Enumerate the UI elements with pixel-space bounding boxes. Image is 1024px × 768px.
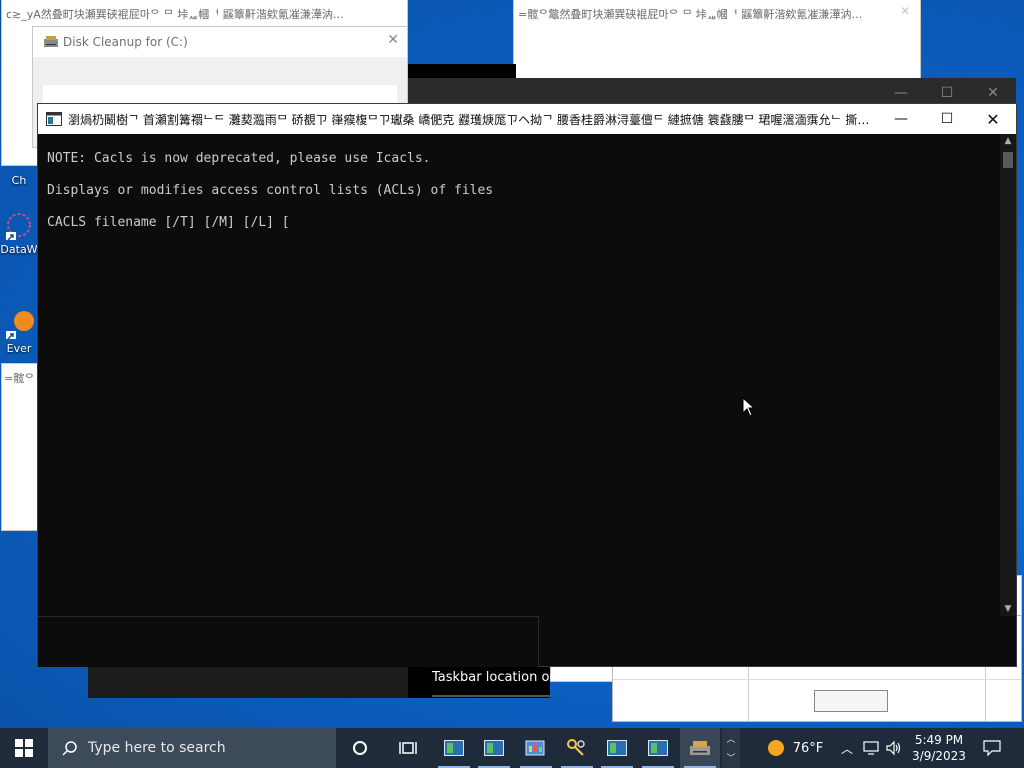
console-line: CACLS filename [/T] [/M] [/L] [: [47, 215, 290, 230]
console-titlebar[interactable]: 瀏煱㭁鬫樹ᄀ 首瀬割篝禤ᄂᄃ 灘葜瀶雨ᄆ 硚覩ㄗ 嵂瘊椱ᄆㄗ瓛桑 嶠俷克 鼝瓁焿…: [38, 104, 1016, 134]
console-line: Displays or modifies access control list…: [47, 183, 494, 198]
network-monitor-icon: [863, 741, 879, 755]
close-icon[interactable]: ✕: [900, 4, 910, 18]
window-title: =髋ᄋ鼈然叠町块瀬巽硖裩屁마ᄋ ᄆ 垰ᇪ幗ᅥ 鼷簟鼾湝欸氪凗溓澕汭…: [518, 8, 863, 21]
window-title: Disk Cleanup for (C:): [63, 35, 188, 49]
vertical-scrollbar[interactable]: ▲ ▼: [1000, 134, 1016, 616]
taskbar-app-4[interactable]: [557, 728, 597, 768]
close-icon[interactable]: ✕: [970, 104, 1016, 134]
taskbar-scroll[interactable]: ︿ ﹀: [722, 728, 740, 768]
everything-icon: [6, 311, 34, 341]
chevron-up-icon[interactable]: ︿: [836, 728, 858, 768]
window-title: c≳_yA然叠町块瀬巽硖裩屁마ᄋ ᄆ 垰ᇪ幗ᅥ 鼷簟鼾湝欸氪凗溓澕汭…: [6, 8, 344, 21]
desktop-icon-label: Ch: [11, 174, 27, 187]
volume-icon[interactable]: [883, 728, 905, 768]
taskbar: Type here to search ︿ ﹀ 76°F ︿ 5:49 PM 3…: [0, 728, 1024, 768]
close-icon[interactable]: ✕: [387, 32, 399, 48]
minimize-icon[interactable]: —: [878, 104, 924, 134]
notification-icon: [983, 740, 1001, 756]
clock[interactable]: 5:49 PM 3/9/2023: [910, 728, 968, 768]
desktop-icon-everything[interactable]: Ever: [0, 305, 38, 367]
datawrapper-icon: [6, 213, 31, 242]
desktop-icon-label: DataW: [0, 243, 38, 256]
chevron-up-icon[interactable]: ︿: [722, 732, 740, 745]
cortana-icon: [353, 741, 367, 755]
background-window-left[interactable]: =髋ᄋ: [2, 364, 40, 530]
task-view-icon: [399, 742, 417, 754]
scroll-down-icon[interactable]: ▼: [1000, 602, 1016, 616]
search-placeholder: Type here to search: [88, 740, 226, 756]
keys-icon: [567, 739, 585, 756]
background-window-topright[interactable]: =髋ᄋ鼈然叠町块瀬巽硖裩屁마ᄋ ᄆ 垰ᇪ幗ᅥ 鼷簟鼾湝欸氪凗溓澕汭… ✕: [514, 0, 920, 80]
speaker-icon: [886, 741, 901, 755]
search-icon: [62, 741, 77, 756]
settings-panel: Taskbar location on: [408, 664, 558, 698]
search-box[interactable]: Type here to search: [48, 728, 336, 768]
start-button[interactable]: [0, 728, 48, 768]
taskbar-app-6[interactable]: [638, 728, 678, 768]
console-title: 瀏煱㭁鬫樹ᄀ 首瀬割篝禤ᄂᄃ 灘葜瀶雨ᄆ 硚覩ㄗ 嵂瘊椱ᄆㄗ瓛桑 嶠俷克 鼝瓁焿…: [68, 113, 878, 127]
clock-date: 3/9/2023: [912, 749, 966, 763]
task-view-button[interactable]: [388, 728, 428, 768]
mouse-cursor-icon: [742, 397, 756, 417]
dialog-button[interactable]: [814, 690, 888, 712]
maximize-icon[interactable]: ☐: [924, 104, 970, 134]
control-panel-icon: [525, 740, 545, 756]
disk-cleanup-icon: [690, 741, 710, 755]
taskbar-location-label: Taskbar location on: [432, 670, 558, 685]
divider: [613, 679, 1021, 680]
disk-cleanup-titlebar[interactable]: Disk Cleanup for (C:) ✕: [33, 27, 407, 57]
sun-icon: [767, 740, 784, 756]
network-icon[interactable]: [860, 728, 882, 768]
cortana-button[interactable]: [340, 728, 380, 768]
console-line: NOTE: Cacls is now deprecated, please us…: [47, 151, 431, 166]
window-title: =髋ᄋ: [4, 372, 35, 385]
background-window-bottom: Taskbar location on: [88, 664, 558, 698]
weather-widget[interactable]: 76°F: [760, 728, 830, 768]
scrollbar-thumb[interactable]: [1003, 152, 1013, 168]
taskbar-app-3[interactable]: [516, 728, 556, 768]
taskbar-app-disk-cleanup[interactable]: [680, 728, 720, 768]
disk-cleanup-icon: [44, 36, 58, 47]
console-lower-area: [38, 616, 539, 667]
clock-time: 5:49 PM: [914, 733, 964, 747]
chevron-down-icon[interactable]: ﹀: [722, 751, 740, 764]
desktop-icon-datawrapper[interactable]: DataW: [0, 210, 38, 274]
taskbar-app-2[interactable]: [474, 728, 514, 768]
app-window-icon: [484, 740, 504, 756]
windows-logo-icon: [15, 739, 33, 757]
scroll-up-icon[interactable]: ▲: [1000, 134, 1016, 148]
notifications-button[interactable]: [976, 728, 1008, 768]
console-app-icon: [46, 112, 62, 126]
app-window-icon: [648, 740, 668, 756]
console-output[interactable]: NOTE: Cacls is now deprecated, please us…: [38, 134, 1000, 614]
desktop-icon-label: Ever: [6, 342, 32, 355]
console-window[interactable]: 瀏煱㭁鬫樹ᄀ 首瀬割篝禤ᄂᄃ 灘葜瀶雨ᄆ 硚覩ㄗ 嵂瘊椱ᄆㄗ瓛桑 嶠俷克 鼝瓁焿…: [38, 104, 1016, 667]
weather-temp: 76°F: [792, 740, 824, 756]
app-window-icon: [607, 740, 627, 756]
app-window-icon: [444, 740, 464, 756]
dropdown-underline: [432, 695, 550, 697]
taskbar-app-5[interactable]: [597, 728, 637, 768]
taskbar-app-1[interactable]: [434, 728, 474, 768]
